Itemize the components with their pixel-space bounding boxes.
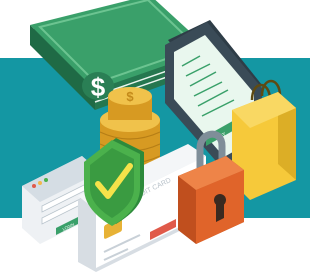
svg-text:$: $ — [91, 72, 106, 102]
security-payment-illustration: $ PAY $ LOGIN CREDIT CARD — [0, 0, 310, 279]
coin-dollar-icon: $ — [126, 89, 134, 104]
illustration-canvas: $ PAY $ LOGIN CREDIT CARD — [0, 0, 310, 272]
